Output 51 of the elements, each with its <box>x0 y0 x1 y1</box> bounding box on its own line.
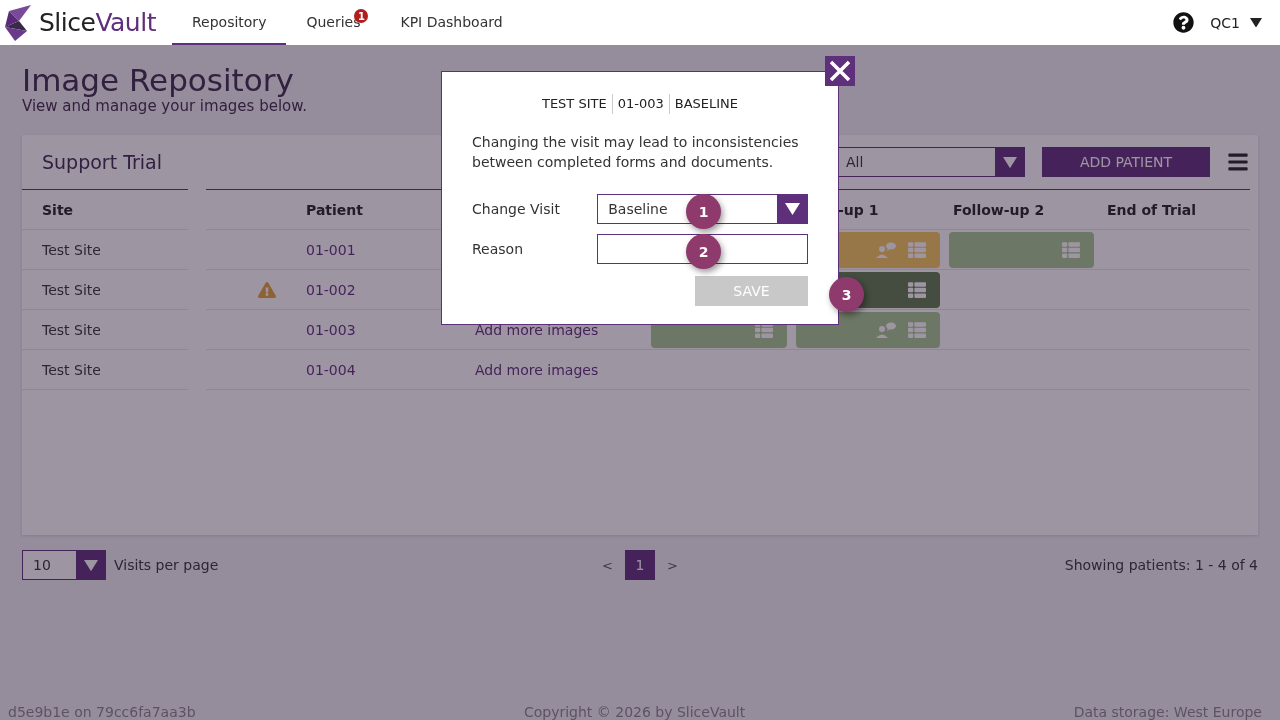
column-header: Site <box>42 202 74 219</box>
previous-page-button[interactable]: < <box>598 557 617 573</box>
dialog-heading: BASELINE <box>668 94 744 114</box>
patient-link[interactable]: 01-001 <box>306 242 356 259</box>
patient-link[interactable]: 01-002 <box>306 282 356 299</box>
warning-message: Changing the visit may lead to inconsistencies between completed forms and documents. <box>472 133 800 172</box>
field-label: Change Visit <box>472 201 561 217</box>
column-header: Follow-up 2 <box>953 202 1045 219</box>
add-images-link[interactable]: Add more images <box>475 362 599 379</box>
list-icon <box>908 241 926 260</box>
caret-icon <box>1002 156 1017 168</box>
help-icon[interactable] <box>1173 12 1195 33</box>
site-text: Test Site <box>42 362 101 379</box>
column-header: Patient <box>306 202 363 219</box>
logo-icon <box>5 4 33 41</box>
caret-icon <box>1250 17 1262 28</box>
page-subtitle: View and manage your images below. <box>22 97 307 116</box>
per-page-label: Visits per page <box>114 557 219 574</box>
dialog-heading: 01-003 <box>611 94 669 114</box>
nav-tab[interactable]: KPI Dashboard <box>380 0 523 45</box>
build-version: d5e9b1e on 79cc6fa7aa3b <box>8 704 196 720</box>
caret-icon <box>83 559 98 571</box>
next-page-button[interactable]: > <box>663 557 682 573</box>
user-comment-icon <box>876 322 896 339</box>
list-icon <box>908 321 926 340</box>
visit-tile[interactable] <box>949 232 1094 269</box>
close-icon <box>829 60 851 82</box>
site-text: Test Site <box>42 322 101 339</box>
user-menu[interactable]: QC1 <box>1194 14 1272 31</box>
brand-name: SliceVault <box>39 8 156 37</box>
add-images-link[interactable]: Add more images <box>475 322 599 339</box>
site-text: Test Site <box>42 242 101 259</box>
results-summary: Showing patients: 1 - 4 of 4 <box>1064 557 1258 574</box>
site-text: Test Site <box>42 282 101 299</box>
column-header: -up 1 <box>838 202 879 219</box>
page-title: Image Repository <box>22 63 294 98</box>
per-page-select[interactable]: 10 <box>22 550 106 581</box>
copyright-text: Copyright © 2026 by SliceVault <box>523 704 746 720</box>
close-button[interactable] <box>825 56 855 86</box>
page-button[interactable]: 1 <box>625 550 655 581</box>
field-label: Reason <box>472 241 525 257</box>
user-comment-icon <box>876 242 896 259</box>
column-header: End of Trial <box>1107 202 1196 219</box>
list-icon <box>1062 241 1080 260</box>
caret-icon <box>784 203 800 215</box>
list-icon <box>908 281 926 300</box>
dialog-heading: TEST SITE <box>540 95 608 113</box>
patient-link[interactable]: 01-003 <box>306 322 356 339</box>
storage-text: Data storage: West Europe <box>1073 704 1262 720</box>
patient-link[interactable]: 01-004 <box>306 362 356 379</box>
add-patient-button[interactable]: ADD PATIENT <box>1042 147 1210 178</box>
